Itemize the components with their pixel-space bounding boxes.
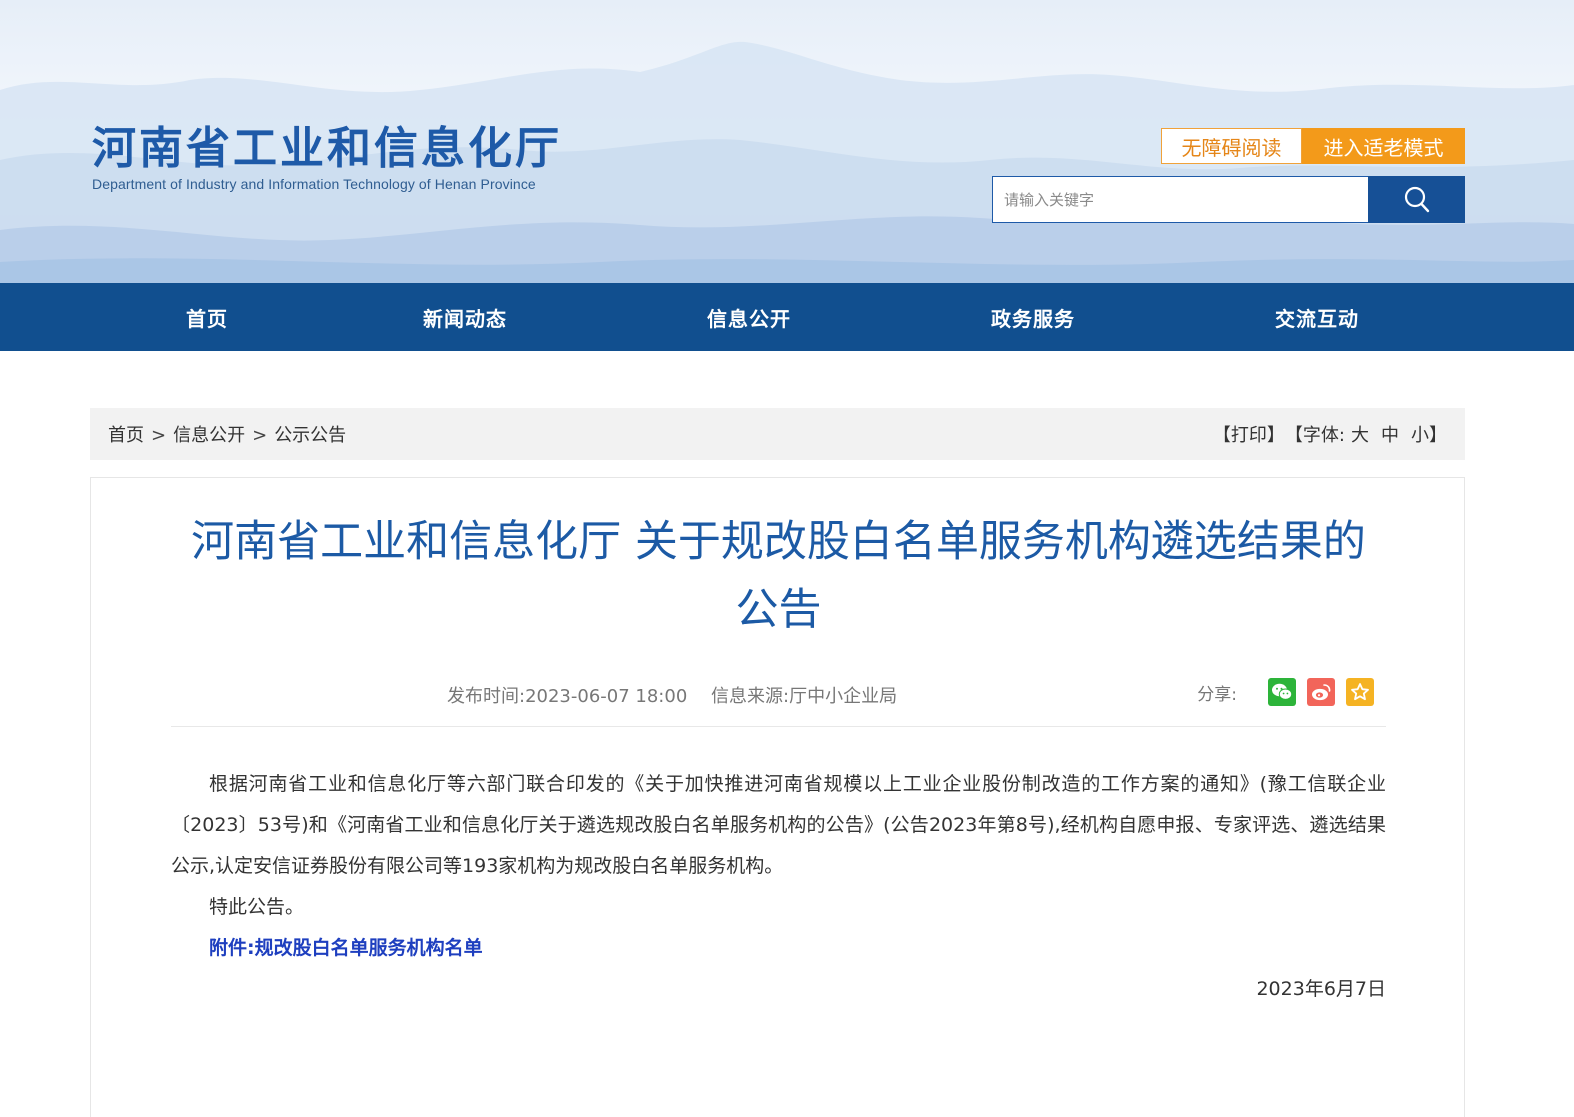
main-nav: 首页 新闻动态 信息公开 政务服务 交流互动 (0, 283, 1574, 351)
article-paragraph: 根据河南省工业和信息化厅等六部门联合印发的《关于加快推进河南省规模以上工业企业股… (171, 773, 1386, 877)
article-meta-info: 发布时间:2023-06-07 18:00 信息来源:厅中小企业局 (447, 682, 915, 708)
article-title-line1: 河南省工业和信息化厅 关于规改股白名单服务机构遴选结果的 (191, 517, 1366, 567)
breadcrumb-info-public[interactable]: 信息公开 (173, 425, 245, 446)
site-title: 河南省工业和信息化厅 (92, 123, 562, 174)
wechat-icon[interactable] (1268, 678, 1296, 706)
search-box (992, 176, 1465, 223)
article-title: 河南省工业和信息化厅 关于规改股白名单服务机构遴选结果的 公告 (171, 508, 1386, 644)
nav-gov-services[interactable]: 政务服务 (991, 283, 1075, 351)
article-body: 根据河南省工业和信息化厅等六部门联合印发的《关于加快推进河南省规模以上工业企业股… (171, 764, 1386, 1010)
meta-divider (171, 726, 1386, 727)
breadcrumb-separator: > (252, 425, 268, 446)
breadcrumb-home[interactable]: 首页 (108, 425, 144, 446)
breadcrumb: 首页 > 信息公开 > 公示公告 (108, 421, 346, 447)
font-size-large[interactable]: 大 (1351, 421, 1369, 447)
article-date: 2023年6月7日 (1256, 978, 1386, 1000)
share-bar: 分享: (1197, 678, 1374, 706)
site-subtitle: Department of Industry and Information T… (92, 176, 536, 192)
publish-time: 发布时间:2023-06-07 18:00 (447, 686, 688, 707)
article-panel: 河南省工业和信息化厅 关于规改股白名单服务机构遴选结果的 公告 发布时间:202… (90, 477, 1465, 1117)
share-label: 分享: (1197, 684, 1237, 705)
site-header: 河南省工业和信息化厅 Department of Industry and In… (0, 0, 1574, 283)
breadcrumb-announcements[interactable]: 公示公告 (274, 425, 346, 446)
article-closing: 特此公告。 (209, 896, 305, 918)
nav-info-public[interactable]: 信息公开 (707, 283, 791, 351)
nav-interaction[interactable]: 交流互动 (1275, 283, 1359, 351)
font-size-small[interactable]: 小 (1411, 421, 1429, 447)
page-tools: 【打印】 【字体: 大 中 小 】 (1213, 421, 1447, 447)
font-size-suffix: 】 (1429, 425, 1447, 446)
font-size-prefix: 【字体: (1284, 425, 1345, 446)
breadcrumb-bar: 首页 > 信息公开 > 公示公告 【打印】 【字体: 大 中 小 】 (90, 408, 1465, 460)
weibo-icon[interactable] (1307, 678, 1335, 706)
search-icon (1404, 186, 1429, 212)
elder-mode-button[interactable]: 进入适老模式 (1302, 128, 1465, 164)
article-meta: 发布时间:2023-06-07 18:00 信息来源:厅中小企业局 分享: (171, 676, 1386, 712)
search-input[interactable] (992, 176, 1368, 223)
nav-home[interactable]: 首页 (186, 283, 228, 351)
info-source: 信息来源:厅中小企业局 (711, 686, 898, 707)
accessible-reading-button[interactable]: 无障碍阅读 (1161, 128, 1302, 164)
print-link[interactable]: 【打印】 (1213, 421, 1285, 447)
site-logo[interactable]: 河南省工业和信息化厅 Department of Industry and In… (92, 122, 562, 192)
font-size-medium[interactable]: 中 (1381, 421, 1399, 447)
article-title-line2: 公告 (735, 585, 822, 635)
search-button[interactable] (1368, 176, 1465, 223)
favorite-icon[interactable] (1346, 678, 1374, 706)
nav-news[interactable]: 新闻动态 (423, 283, 507, 351)
breadcrumb-separator: > (151, 425, 167, 446)
attachment-link[interactable]: 附件:规改股白名单服务机构名单 (171, 928, 1386, 969)
accessibility-buttons: 无障碍阅读 进入适老模式 (1161, 128, 1465, 164)
